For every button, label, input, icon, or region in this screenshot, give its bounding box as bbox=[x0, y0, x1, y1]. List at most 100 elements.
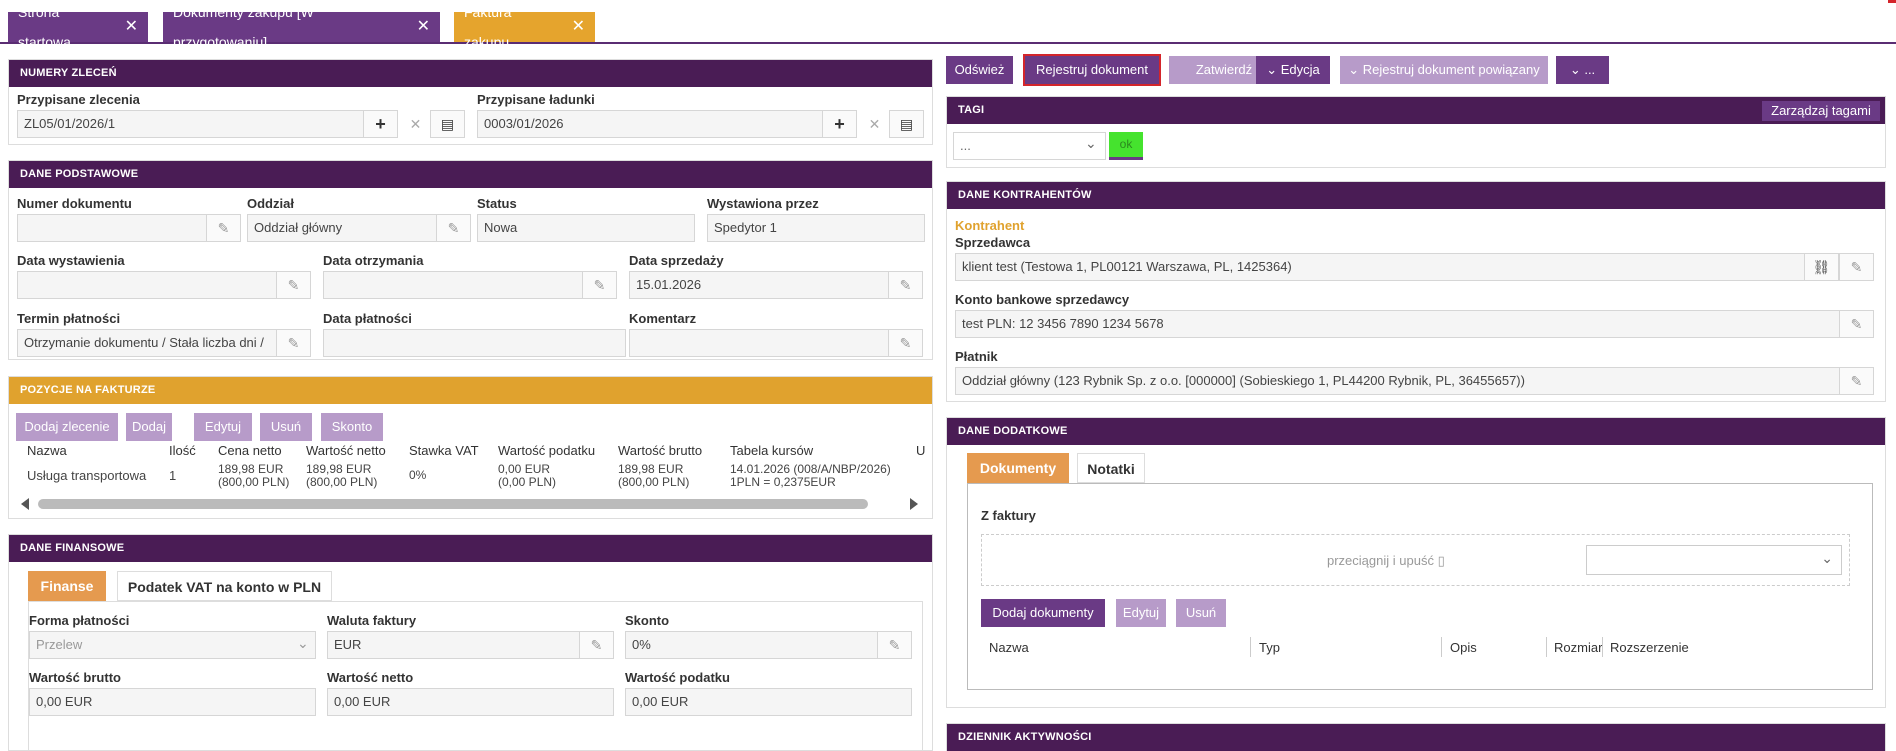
tab-finance[interactable]: Finanse bbox=[28, 571, 106, 601]
panel-header: POZYCJE NA FAKTURZE bbox=[9, 377, 932, 404]
seller-bank-field[interactable]: test PLN: 12 3456 7890 1234 5678 bbox=[955, 310, 1849, 338]
branch-label: Oddział bbox=[247, 196, 294, 211]
tags-panel: TAGI Zarządzaj tagami ... ⌄ ok bbox=[946, 96, 1886, 168]
column-divider bbox=[1441, 637, 1442, 657]
tab-notes[interactable]: Notatki bbox=[1077, 453, 1145, 483]
comment-field[interactable] bbox=[629, 329, 897, 357]
seller-bank-label: Konto bankowe sprzedawcy bbox=[955, 292, 1130, 307]
tag-ok-button[interactable]: ok bbox=[1109, 132, 1143, 160]
remove-icon[interactable]: ✕ bbox=[398, 110, 433, 138]
manage-tags-button[interactable]: Zarządzaj tagami bbox=[1762, 101, 1880, 121]
column-header[interactable]: Rozmiar bbox=[1554, 640, 1602, 655]
column-header[interactable]: Typ bbox=[1259, 640, 1280, 655]
edit-icon[interactable]: ✎ bbox=[888, 329, 923, 357]
column-header[interactable]: Wartość podatku bbox=[498, 443, 595, 458]
column-header[interactable]: Opis bbox=[1450, 640, 1477, 655]
refresh-button[interactable]: Odśwież bbox=[946, 56, 1013, 84]
financial-data-panel: DANE FINANSOWE Finanse Podatek VAT na ko… bbox=[8, 534, 933, 751]
delete-documents-button[interactable]: Usuń bbox=[1176, 599, 1226, 627]
edit-button[interactable]: Edytuj bbox=[194, 413, 252, 441]
net-value-label: Wartość netto bbox=[327, 670, 414, 685]
edit-icon[interactable]: ✎ bbox=[582, 271, 617, 299]
edit-icon[interactable]: ✎ bbox=[1839, 310, 1874, 338]
tax-value-field: 0,00 EUR bbox=[625, 688, 912, 716]
branch-field[interactable]: Oddział główny bbox=[247, 214, 437, 242]
more-actions-button[interactable]: ⌄ ... bbox=[1556, 56, 1609, 84]
link-icon[interactable]: ⛓ bbox=[1804, 253, 1839, 281]
assigned-orders-field[interactable]: ZL05/01/2026/1 bbox=[17, 110, 371, 138]
add-icon[interactable]: + bbox=[822, 110, 857, 138]
register-related-label: Rejestruj dokument powiązany bbox=[1362, 62, 1540, 77]
column-header[interactable]: Wartość netto bbox=[306, 443, 386, 458]
document-icon[interactable]: ▤ bbox=[889, 110, 924, 138]
issued-by-field: Spedytor 1 bbox=[707, 214, 925, 242]
sale-date-field[interactable]: 15.01.2026 bbox=[629, 271, 897, 299]
currency-label: Waluta faktury bbox=[327, 613, 417, 628]
edit-documents-button[interactable]: Edytuj bbox=[1116, 599, 1166, 627]
edit-icon[interactable]: ✎ bbox=[1839, 367, 1874, 395]
tab-purchase-docs[interactable]: Dokumenty zakupu [W przygotowaniu] ✕ bbox=[163, 4, 440, 50]
column-header[interactable]: Nazwa bbox=[27, 443, 67, 458]
edit-icon[interactable]: ✎ bbox=[276, 329, 311, 357]
column-header[interactable]: Ilość bbox=[169, 443, 196, 458]
gross-value-label: Wartość brutto bbox=[29, 670, 121, 685]
register-document-button[interactable]: Rejestruj dokument bbox=[1023, 54, 1161, 86]
doc-number-label: Numer dokumentu bbox=[17, 196, 132, 211]
edit-icon[interactable]: ✎ bbox=[436, 214, 471, 242]
close-icon[interactable]: ✕ bbox=[125, 12, 138, 42]
column-header[interactable]: Stawka VAT bbox=[409, 443, 479, 458]
close-icon[interactable]: ✕ bbox=[417, 12, 430, 42]
issue-date-field[interactable] bbox=[17, 271, 285, 299]
doc-number-field[interactable] bbox=[17, 214, 207, 242]
edit-icon[interactable]: ✎ bbox=[888, 271, 923, 299]
payer-field[interactable]: Oddział główny (123 Rybnik Sp. z o.o. [0… bbox=[955, 367, 1849, 395]
tab-start-page[interactable]: Strona startowa ✕ bbox=[8, 4, 148, 50]
column-header[interactable]: Rozszerzenie bbox=[1610, 640, 1689, 655]
column-header[interactable]: Wartość brutto bbox=[618, 443, 702, 458]
add-order-button[interactable]: Dodaj zlecenie bbox=[16, 413, 118, 441]
cell-rate: 1PLN = 0,2375EUR bbox=[730, 475, 836, 489]
scrollbar-thumb[interactable] bbox=[38, 499, 868, 509]
add-documents-button[interactable]: Dodaj dokumenty bbox=[981, 599, 1105, 627]
discount-button[interactable]: Skonto bbox=[321, 413, 383, 441]
payment-term-label: Termin płatności bbox=[17, 311, 121, 326]
edit-icon[interactable]: ✎ bbox=[206, 214, 241, 242]
tax-value-label: Wartość podatku bbox=[625, 670, 730, 685]
tag-select[interactable]: ... bbox=[953, 132, 1106, 160]
receipt-date-field[interactable] bbox=[323, 271, 591, 299]
close-icon[interactable]: ✕ bbox=[572, 12, 585, 42]
tab-purchase-invoice[interactable]: Faktura zakupu ✕ bbox=[454, 4, 595, 50]
add-icon[interactable]: + bbox=[363, 110, 398, 138]
assigned-loads-field[interactable]: 0003/01/2026 bbox=[477, 110, 831, 138]
column-header[interactable]: U bbox=[916, 443, 925, 458]
edit-icon[interactable]: ✎ bbox=[1839, 253, 1874, 281]
remove-icon[interactable]: ✕ bbox=[857, 110, 892, 138]
document-type-select[interactable]: ⌄ bbox=[1586, 545, 1842, 575]
edit-icon[interactable]: ✎ bbox=[877, 631, 912, 659]
drop-zone[interactable]: przeciągnij i upuść ▯ ⌄ bbox=[981, 534, 1850, 586]
payment-term-field[interactable]: Otrzymanie dokumentu / Stała liczba dni … bbox=[17, 329, 285, 357]
delete-button[interactable]: Usuń bbox=[260, 413, 312, 441]
tab-vat-pln[interactable]: Podatek VAT na konto w PLN bbox=[117, 571, 332, 601]
tab-documents[interactable]: Dokumenty bbox=[967, 453, 1069, 483]
column-header[interactable]: Tabela kursów bbox=[730, 443, 813, 458]
scroll-left-icon[interactable] bbox=[21, 498, 29, 510]
discount-field[interactable]: 0% bbox=[625, 631, 878, 659]
register-related-button[interactable]: ⌄ Rejestruj dokument powiązany bbox=[1340, 56, 1548, 84]
document-icon[interactable]: ▤ bbox=[430, 110, 465, 138]
edit-menu-button[interactable]: ⌄ Edycja bbox=[1256, 56, 1330, 84]
add-button[interactable]: Dodaj bbox=[126, 413, 172, 441]
column-header[interactable]: Nazwa bbox=[989, 640, 1029, 655]
column-header[interactable]: Cena netto bbox=[218, 443, 282, 458]
sale-date-label: Data sprzedaży bbox=[629, 253, 724, 268]
scroll-right-icon[interactable] bbox=[910, 498, 918, 510]
edit-icon[interactable]: ✎ bbox=[276, 271, 311, 299]
panel-header: DANE KONTRAHENTÓW bbox=[947, 182, 1885, 209]
payment-form-select[interactable]: Przelew bbox=[29, 631, 316, 659]
panel-header: NUMERY ZLECEŃ bbox=[9, 60, 932, 87]
seller-field[interactable]: klient test (Testowa 1, PL00121 Warszawa… bbox=[955, 253, 1814, 281]
chevron-down-icon: ⌄ bbox=[1569, 62, 1585, 77]
edit-icon[interactable]: ✎ bbox=[579, 631, 614, 659]
currency-field[interactable]: EUR bbox=[327, 631, 580, 659]
chevron-down-icon: ⌄ bbox=[1348, 62, 1363, 77]
